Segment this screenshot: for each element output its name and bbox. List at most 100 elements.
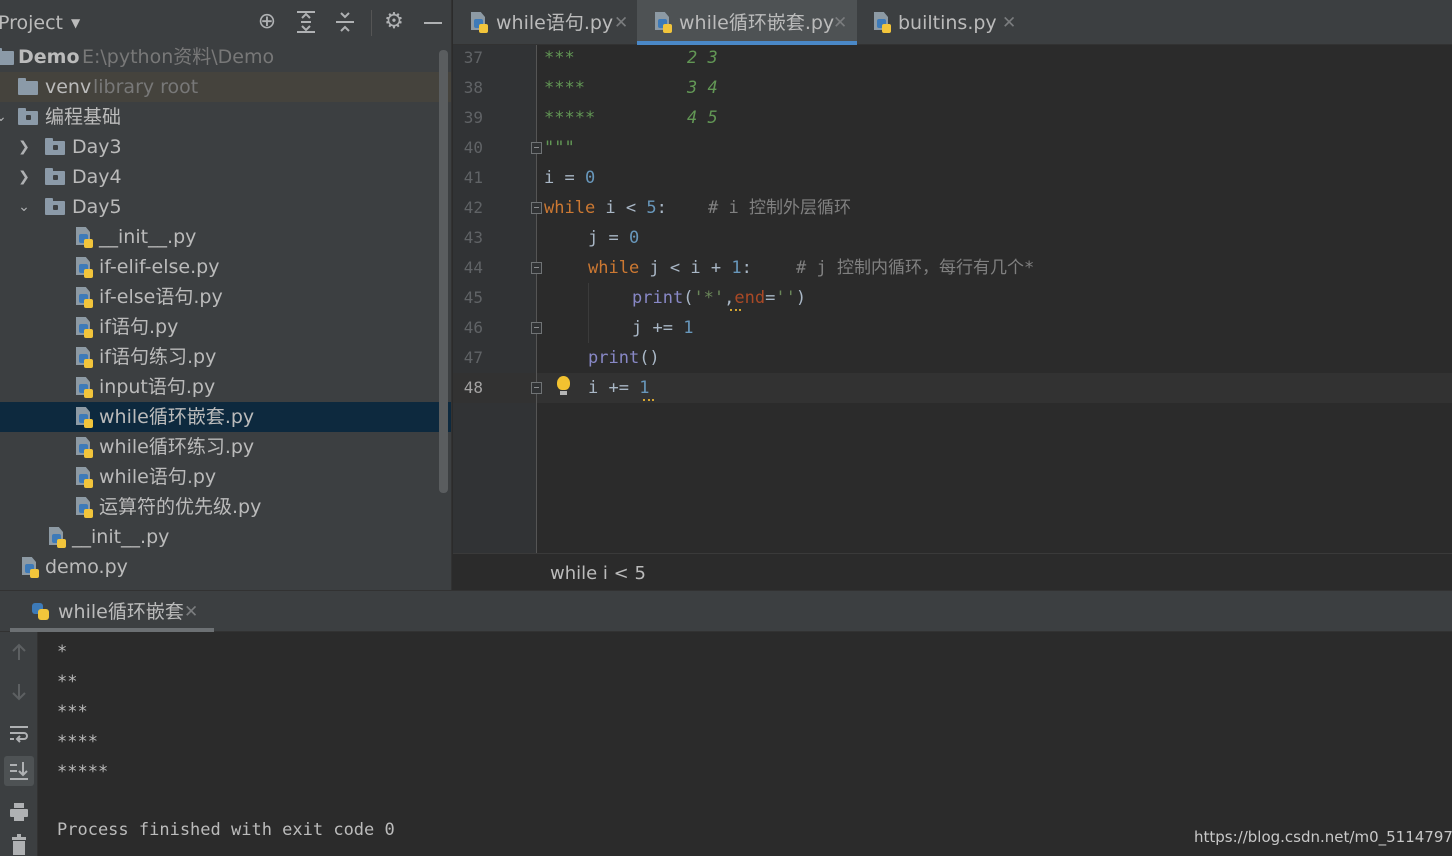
tab-label: while循环嵌套.py [679,12,835,34]
tree-item-label: 编程基础 [45,106,122,128]
collapse-all-icon[interactable] [332,9,358,35]
close-icon[interactable]: ✕ [1002,0,1016,46]
tree-item-file[interactable]: demo.py [0,552,451,582]
tree-item-file[interactable]: __init__.py [0,522,451,552]
code-text: , [724,288,735,308]
chevron-right-icon[interactable]: ❯ [17,162,31,192]
code-line-37: *** 2 3 [544,45,718,73]
chevron-down-icon[interactable]: ⌄ [0,102,8,132]
down-arrow-icon[interactable] [4,677,34,707]
tree-item-file[interactable]: if语句.py [0,312,451,342]
package-folder-icon [45,138,65,155]
tree-item-file[interactable]: 运算符的优先级.py [0,492,451,522]
run-tab[interactable]: while循环嵌套 ✕ [10,591,214,632]
python-file-icon [74,227,94,249]
tab-label: builtins.py [898,12,997,34]
warning-squiggle[interactable] [643,397,654,401]
tree-item-file[interactable]: if-else语句.py [0,282,451,312]
run-tab-label: while循环嵌套 [58,601,184,623]
python-file-icon [653,12,673,34]
print-icon[interactable] [4,797,34,827]
soft-wrap-icon[interactable] [4,718,34,748]
expand-all-icon[interactable] [293,9,319,35]
folder-icon [18,78,38,95]
code-text: i += [588,378,640,398]
warning-squiggle[interactable] [730,307,741,311]
code-line-43: j = 0 [588,223,639,253]
breadcrumb-item[interactable]: while i < 5 [550,563,646,584]
fold-marker-icon[interactable] [531,202,542,214]
gear-icon[interactable]: ⚙ [381,9,407,35]
tab-label: while语句.py [496,12,614,34]
tree-item-demo[interactable]: Demo E:\python资料\Demo [0,42,451,72]
code-text: ***** [544,108,596,128]
fold-marker-icon[interactable] [531,322,542,334]
code-text: while [588,258,640,278]
close-icon[interactable]: ✕ [184,591,198,633]
tab-while-xunhuan-qiantao[interactable]: while循环嵌套.py ✕ [637,0,857,45]
fold-marker-icon[interactable] [531,142,542,154]
fold-marker-icon[interactable] [531,382,542,394]
tree-item-file-selected[interactable]: while循环嵌套.py [0,402,451,432]
code-text: end [734,288,766,308]
up-arrow-icon[interactable] [4,637,34,667]
code-text: = [598,228,629,248]
editor-tab-bar: while语句.py ✕ while循环嵌套.py ✕ builtins.py … [453,0,1452,45]
python-file-icon [74,377,94,399]
tree-item-label: while语句.py [99,466,217,488]
tree-item-file[interactable]: input语句.py [0,372,451,402]
tree-item-biancheng[interactable]: ⌄ 编程基础 [0,102,451,132]
tree-item-label: Demo [18,46,80,68]
tree-item-label: venv [45,76,92,98]
line-number: 39 [463,108,483,127]
code-text: 5 [646,198,657,218]
line-number: 46 [463,318,483,337]
tree-item-file[interactable]: while语句.py [0,462,451,492]
tree-item-day5[interactable]: ⌄ Day5 [0,192,451,222]
tree-item-label: __init__.py [99,226,197,248]
code-text: '*' [693,288,725,308]
code-line-48: i += 1 [588,373,649,403]
folder-icon [0,48,14,65]
chevron-down-icon[interactable]: ⌄ [17,192,31,222]
lightbulb-icon[interactable] [556,376,570,398]
line-number: 44 [463,258,483,277]
tree-item-file[interactable]: while循环练习.py [0,432,451,462]
project-view-selector[interactable]: Project ▼ [0,12,80,34]
line-number: 43 [463,228,483,247]
tab-while-yuju[interactable]: while语句.py ✕ [453,0,636,45]
locate-icon[interactable]: ⊕ [254,9,280,35]
code-line-47: print() [588,343,660,373]
tree-item-day4[interactable]: ❯ Day4 [0,162,451,192]
code-text: 1 [683,318,694,338]
tree-item-file[interactable]: __init__.py [0,222,451,252]
code-text: = [765,288,776,308]
tree-item-label: demo.py [45,556,128,578]
line-number: 42 [463,198,483,217]
hide-icon[interactable] [420,9,446,35]
line-number: 41 [463,168,483,187]
close-icon[interactable]: ✕ [614,0,628,46]
tree-item-day3[interactable]: ❯ Day3 [0,132,451,162]
tree-item-venv[interactable]: venv library root [0,72,451,102]
gutter-divider [536,45,537,553]
tree-item-label: Day5 [72,196,122,218]
tree-item-label: if语句.py [99,316,179,338]
tree-item-label: 运算符的优先级.py [99,496,262,518]
python-file-icon [74,467,94,489]
tree-item-file[interactable]: if语句练习.py [0,342,451,372]
close-icon[interactable]: ✕ [833,0,847,46]
console-output[interactable]: * ** *** **** ***** Process finished with exi… [57,637,395,845]
breadcrumb[interactable]: while i < 5 [453,553,1452,590]
scroll-to-end-icon[interactable] [4,756,34,786]
chevron-right-icon[interactable]: ❯ [17,132,31,162]
delete-icon[interactable] [4,830,34,856]
tree-item-file[interactable]: if-elif-else.py [0,252,451,282]
console-line: * [57,642,68,662]
code-line-38: **** 3 4 [544,73,718,103]
fold-marker-icon[interactable] [531,262,542,274]
code-editor[interactable]: 37 38 39 40 41 42 43 44 45 46 47 48 *** 2… [453,45,1452,553]
code-text: while [544,198,596,218]
vertical-scrollbar[interactable] [439,50,448,493]
tab-builtins[interactable]: builtins.py ✕ [858,0,1023,45]
